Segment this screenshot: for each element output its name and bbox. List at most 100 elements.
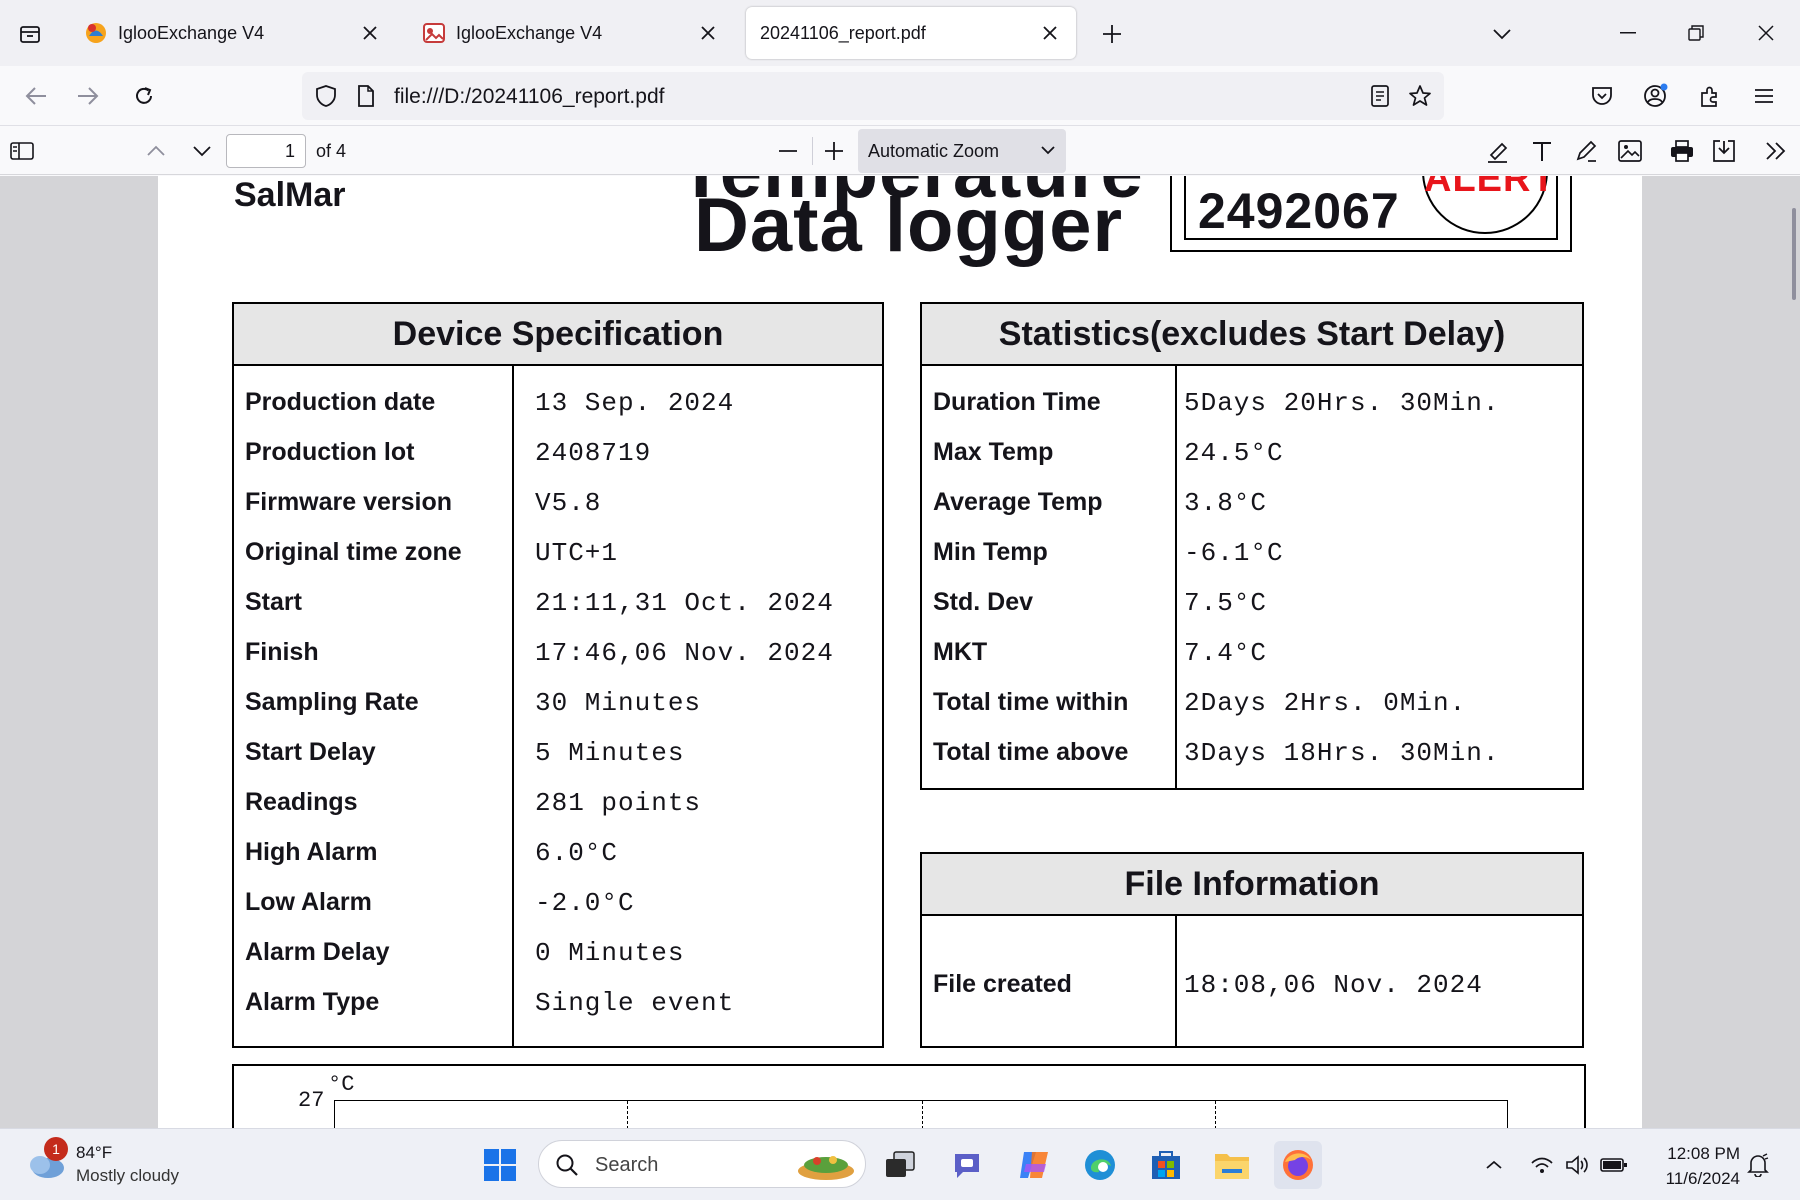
row-value: -6.1°C (1184, 538, 1284, 568)
table-row: Std. Dev 7.5°C (922, 576, 1582, 626)
close-tab-icon[interactable] (1038, 21, 1062, 45)
table-row: High Alarm 6.0°C (234, 826, 882, 876)
battery-icon[interactable] (1598, 1149, 1630, 1181)
row-label: Firmware version (245, 488, 453, 516)
firefox-view-icon[interactable] (12, 16, 48, 52)
iglooexchange-favicon-icon (84, 21, 108, 45)
microsoft-store-icon[interactable] (1142, 1141, 1190, 1189)
forward-arrow-icon[interactable] (70, 78, 106, 114)
taskbar: 1 84°F Mostly cloudy Search 12:08 PM 11/… (0, 1128, 1800, 1200)
row-value: V5.8 (535, 488, 602, 518)
volume-icon[interactable] (1562, 1149, 1594, 1181)
page-number-input[interactable]: 1 (226, 134, 306, 168)
add-image-icon[interactable] (1614, 135, 1646, 167)
zoom-in-icon[interactable] (818, 135, 850, 167)
list-all-tabs-icon[interactable] (1484, 16, 1520, 52)
row-label: File created (933, 970, 1072, 998)
tab-report-pdf[interactable]: 20241106_report.pdf (746, 7, 1076, 59)
tab-iglooexchange-2[interactable]: IglooExchange V4 (408, 7, 734, 59)
minimize-icon[interactable] (1598, 10, 1658, 56)
pdf-favicon-icon (422, 21, 446, 45)
tab-iglooexchange-1[interactable]: IglooExchange V4 (70, 7, 396, 59)
tools-menu-chevron-icon[interactable] (1760, 135, 1792, 167)
serial-number-value: 2492067 (1198, 183, 1400, 239)
close-tab-icon[interactable] (358, 21, 382, 45)
tab-title: IglooExchange V4 (118, 22, 265, 43)
new-tab-icon[interactable] (1094, 16, 1130, 52)
app-menu-icon[interactable] (1746, 78, 1782, 114)
teams-chat-icon[interactable] (944, 1141, 992, 1189)
back-arrow-icon[interactable] (18, 78, 54, 114)
show-hidden-icons-chevron-icon[interactable] (1478, 1149, 1510, 1181)
pocket-icon[interactable] (1584, 78, 1620, 114)
device-specification-body: Production date 13 Sep. 2024 Production l… (234, 366, 882, 1046)
next-page-icon[interactable] (186, 135, 218, 167)
row-label: Total time within (933, 688, 1129, 716)
chart-gridline (922, 1101, 923, 1128)
reload-icon[interactable] (126, 78, 162, 114)
device-specification-heading: Device Specification (234, 304, 882, 366)
row-value: 3.8°C (1184, 488, 1268, 518)
row-label: Production date (245, 388, 436, 416)
file-information-table: File Information File created 18:08,06 No… (920, 852, 1584, 1048)
table-row: Production date 13 Sep. 2024 (234, 376, 882, 426)
table-row: Production lot 2408719 (234, 426, 882, 476)
file-information-heading: File Information (922, 854, 1582, 916)
row-value: 5 Minutes (535, 738, 685, 768)
account-icon[interactable] (1638, 78, 1674, 114)
file-explorer-icon[interactable] (1208, 1141, 1256, 1189)
firefox-taskbar-icon[interactable] (1274, 1141, 1322, 1189)
row-value: 0 Minutes (535, 938, 685, 968)
highlight-icon[interactable] (1482, 135, 1514, 167)
row-value: 13 Sep. 2024 (535, 388, 735, 418)
file-information-body: File created 18:08,06 Nov. 2024 (922, 916, 1582, 1046)
row-value: 281 points (535, 788, 702, 818)
zoom-out-icon[interactable] (772, 135, 804, 167)
shield-icon[interactable] (312, 82, 340, 110)
close-tab-icon[interactable] (696, 21, 720, 45)
row-label: Std. Dev (933, 588, 1034, 616)
row-value: 3Days 18Hrs. 30Min. (1184, 738, 1500, 768)
notifications-bell-icon[interactable] (1742, 1149, 1774, 1181)
sidebar-toggle-icon[interactable] (6, 135, 38, 167)
row-label: Start (245, 588, 302, 616)
address-bar[interactable]: file:///D:/20241106_report.pdf (302, 72, 1444, 120)
row-value: 30 Minutes (535, 688, 702, 718)
extensions-icon[interactable] (1692, 78, 1728, 114)
system-clock[interactable]: 12:08 PM 11/6/2024 (1640, 1141, 1740, 1191)
row-label: Max Temp (933, 438, 1054, 466)
scrollbar-thumb[interactable] (1792, 208, 1796, 300)
previous-page-icon[interactable] (140, 135, 172, 167)
row-label: Duration Time (933, 388, 1101, 416)
file-page-icon[interactable] (352, 82, 380, 110)
bookmark-star-icon[interactable] (1406, 82, 1434, 110)
taskbar-search-box[interactable]: Search (538, 1140, 866, 1188)
reader-view-icon[interactable] (1366, 82, 1394, 110)
save-download-icon[interactable] (1708, 135, 1740, 167)
windows-start-icon[interactable] (476, 1141, 524, 1189)
table-row: Readings 281 points (234, 776, 882, 826)
edge-browser-icon[interactable] (1076, 1141, 1124, 1189)
table-row: Total time above 3Days 18Hrs. 30Min. (922, 726, 1582, 776)
copilot-icon[interactable] (1010, 1141, 1058, 1189)
serial-number-inner-box: SN 2492067 ALERT (1184, 176, 1558, 240)
table-row: Total time within 2Days 2Hrs. 0Min. (922, 676, 1582, 726)
row-label: Readings (245, 788, 358, 816)
wifi-icon[interactable] (1526, 1149, 1558, 1181)
weather-widget[interactable]: 1 84°F Mostly cloudy (22, 1137, 212, 1191)
add-text-icon[interactable] (1526, 135, 1558, 167)
restore-icon[interactable] (1666, 10, 1726, 56)
row-label: Min Temp (933, 538, 1048, 566)
close-window-icon[interactable] (1736, 10, 1796, 56)
zoom-select[interactable]: Automatic Zoom (858, 129, 1066, 173)
weather-temperature: 84°F (76, 1143, 113, 1162)
search-icon (555, 1153, 579, 1182)
chart-gridline (1215, 1101, 1216, 1128)
chevron-down-icon (1040, 139, 1056, 160)
tab-title: 20241106_report.pdf (760, 22, 926, 43)
draw-icon[interactable] (1570, 135, 1602, 167)
print-icon[interactable] (1666, 135, 1698, 167)
row-label: MKT (933, 638, 988, 666)
task-view-icon[interactable] (876, 1141, 924, 1189)
pdf-viewer[interactable]: SalMar Temperature Data logger SN 249206… (0, 176, 1800, 1128)
